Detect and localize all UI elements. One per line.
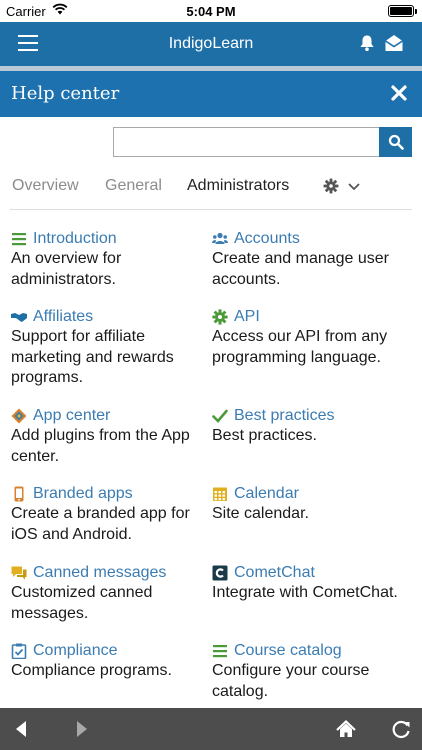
help-item-canned-messages: Canned messages Customized canned messag… bbox=[11, 563, 211, 624]
reload-icon bbox=[392, 720, 410, 739]
search-input[interactable] bbox=[113, 127, 379, 157]
item-description: Site calendar. bbox=[212, 505, 309, 522]
help-item-introduction: Introduction An overview for administrat… bbox=[11, 229, 211, 290]
tabs-divider bbox=[10, 209, 412, 210]
help-item-api: API Access our API from any programming … bbox=[212, 307, 412, 368]
bottom-toolbar bbox=[0, 708, 422, 750]
bell-icon[interactable] bbox=[358, 34, 376, 52]
help-link-app-center[interactable]: App center bbox=[11, 406, 211, 426]
help-item-accounts: Accounts Create and manage user accounts… bbox=[212, 229, 412, 290]
clipboard-check-icon bbox=[11, 643, 27, 659]
app-header: IndigoLearn bbox=[0, 22, 422, 66]
status-bar: Carrier 5:04 PM bbox=[0, 0, 422, 22]
help-link-introduction[interactable]: Introduction bbox=[11, 229, 211, 249]
item-description: Best practices. bbox=[212, 427, 317, 444]
item-title: Calendar bbox=[234, 485, 299, 502]
item-description: Configure your course catalog. bbox=[212, 662, 370, 700]
item-title: Compliance bbox=[33, 642, 118, 659]
item-description: Compliance programs. bbox=[11, 662, 172, 679]
gear-icon bbox=[323, 178, 339, 194]
item-title: Accounts bbox=[234, 230, 300, 247]
status-time: 5:04 PM bbox=[186, 4, 236, 19]
item-title: App center bbox=[33, 407, 111, 424]
envelope-open-icon[interactable] bbox=[384, 33, 404, 53]
chevron-down-icon bbox=[348, 183, 360, 191]
item-description: An overview for administrators. bbox=[11, 250, 122, 288]
chat-icon bbox=[11, 566, 27, 580]
item-description: Access our API from any programming lang… bbox=[212, 328, 388, 366]
forward-arrow-icon bbox=[77, 721, 87, 737]
help-link-canned-messages[interactable]: Canned messages bbox=[11, 563, 211, 583]
help-item-course-catalog: Course catalog Configure your course cat… bbox=[212, 641, 412, 702]
help-item-cometchat: CometChat Integrate with CometChat. bbox=[212, 563, 412, 604]
close-icon[interactable] bbox=[390, 84, 408, 102]
help-center-title: Help center bbox=[11, 83, 120, 104]
item-description: Create a branded app for iOS and Android… bbox=[11, 505, 190, 543]
tab-settings-dropdown[interactable] bbox=[323, 178, 363, 196]
help-item-branded-apps: Branded apps Create a branded app for iO… bbox=[11, 484, 211, 545]
users-icon bbox=[212, 232, 228, 244]
item-description: Add plugins from the App center. bbox=[11, 427, 190, 465]
help-link-affiliates[interactable]: Affiliates bbox=[11, 307, 211, 327]
help-link-cometchat[interactable]: CometChat bbox=[212, 563, 412, 583]
home-button[interactable] bbox=[328, 708, 364, 750]
list-icon bbox=[213, 645, 227, 658]
list-icon bbox=[12, 233, 26, 246]
forward-button[interactable] bbox=[64, 708, 100, 750]
reload-button[interactable] bbox=[383, 708, 419, 750]
help-item-calendar: Calendar Site calendar. bbox=[212, 484, 412, 525]
item-description: Integrate with CometChat. bbox=[212, 584, 398, 601]
item-title: Best practices bbox=[234, 407, 335, 424]
help-item-best-practices: Best practices Best practices. bbox=[212, 406, 412, 447]
tab-bar: Overview General Administrators bbox=[0, 170, 422, 210]
item-description: Create and manage user accounts. bbox=[212, 250, 389, 288]
cometchat-icon bbox=[212, 565, 228, 581]
check-icon bbox=[212, 409, 228, 423]
item-description: Customized canned messages. bbox=[11, 584, 153, 622]
help-link-compliance[interactable]: Compliance bbox=[11, 641, 211, 661]
tab-general[interactable]: General bbox=[105, 177, 162, 195]
help-link-accounts[interactable]: Accounts bbox=[212, 229, 412, 249]
handshake-icon bbox=[11, 313, 27, 322]
item-title: Branded apps bbox=[33, 485, 133, 502]
battery-icon bbox=[388, 5, 414, 17]
item-title: CometChat bbox=[234, 564, 315, 581]
cog-icon bbox=[212, 309, 228, 325]
item-title: API bbox=[234, 308, 260, 325]
item-title: Affiliates bbox=[33, 308, 94, 325]
calendar-icon bbox=[213, 487, 227, 501]
item-title: Course catalog bbox=[234, 642, 342, 659]
back-button[interactable] bbox=[6, 708, 42, 750]
home-icon bbox=[336, 719, 356, 737]
help-link-calendar[interactable]: Calendar bbox=[212, 484, 412, 504]
tab-overview[interactable]: Overview bbox=[12, 177, 79, 195]
help-center-bar: Help center bbox=[0, 71, 422, 117]
search-icon bbox=[388, 134, 404, 150]
help-item-affiliates: Affiliates Support for affiliate marketi… bbox=[11, 307, 211, 389]
item-description: Support for affiliate marketing and rewa… bbox=[11, 328, 174, 386]
tab-administrators[interactable]: Administrators bbox=[187, 177, 289, 195]
help-link-best-practices[interactable]: Best practices bbox=[212, 406, 412, 426]
help-item-app-center: App center Add plugins from the App cent… bbox=[11, 406, 211, 467]
help-link-branded-apps[interactable]: Branded apps bbox=[11, 484, 211, 504]
app-center-icon bbox=[11, 408, 27, 424]
search-button[interactable] bbox=[379, 127, 412, 157]
item-title: Canned messages bbox=[33, 564, 167, 581]
item-title: Introduction bbox=[33, 230, 117, 247]
help-item-compliance: Compliance Compliance programs. bbox=[11, 641, 211, 682]
help-link-api[interactable]: API bbox=[212, 307, 412, 327]
help-link-course-catalog[interactable]: Course catalog bbox=[212, 641, 412, 661]
back-arrow-icon bbox=[16, 721, 26, 737]
search-row bbox=[113, 127, 412, 157]
phone-icon bbox=[14, 486, 24, 502]
